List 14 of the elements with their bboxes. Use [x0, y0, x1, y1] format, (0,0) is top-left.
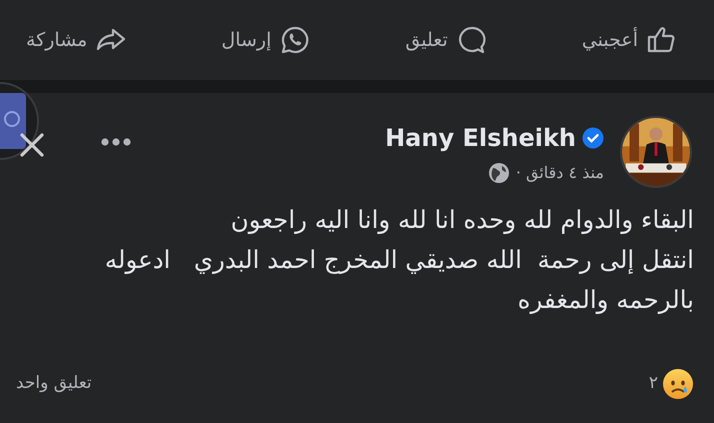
globe-icon — [488, 162, 510, 184]
reaction-count[interactable]: ٢ — [648, 371, 658, 397]
post-time[interactable]: منذ ٤ دقائق · — [516, 161, 604, 185]
sad-face-icon[interactable] — [662, 368, 694, 400]
comment-button[interactable]: تعليق — [399, 20, 494, 60]
like-button[interactable]: أعجبني — [576, 20, 684, 60]
more-icon — [100, 136, 132, 147]
post-text: البقاء والدوام لله وحده انا لله وانا اليه راجعون انتقل إلى رحمة الله صديقي المخرج احمد البدري ادعوله بالرحمه والمغفره — [104, 204, 695, 316]
chat-phone-icon — [279, 24, 312, 56]
share-button[interactable]: مشاركة — [20, 20, 134, 60]
author-name[interactable]: Hany Elsheikh — [385, 120, 576, 156]
comment-count[interactable]: تعليق واحد — [16, 371, 92, 397]
send-button[interactable]: إرسال — [215, 20, 318, 60]
close-button[interactable] — [18, 131, 46, 159]
